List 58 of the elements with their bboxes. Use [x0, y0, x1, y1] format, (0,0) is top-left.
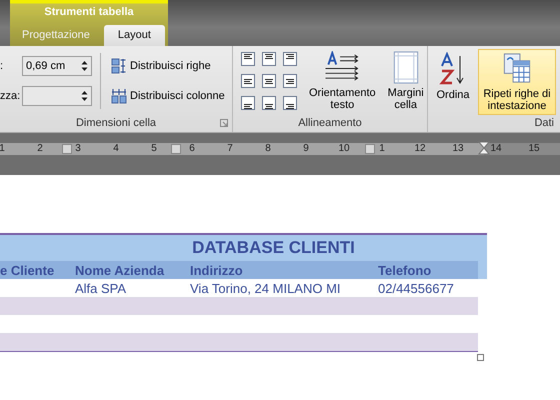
table-cell: Alfa SPA	[75, 280, 126, 296]
align-icon[interactable]	[262, 96, 276, 110]
text-direction-button[interactable]: Orientamento testo	[305, 48, 380, 114]
column-header: Nome Azienda	[75, 262, 164, 278]
ruler-number: 4	[112, 143, 120, 155]
ruler-number: 13	[451, 143, 465, 155]
align-icon[interactable]	[283, 52, 297, 66]
margins-icon	[392, 51, 419, 84]
launcher-icon[interactable]	[220, 119, 228, 127]
ruler-number: 7	[226, 143, 234, 155]
ruler-number: 5	[150, 143, 158, 155]
ruler-number: 10	[337, 143, 351, 155]
spin-icon[interactable]	[81, 60, 88, 72]
cell-margins-button[interactable]: Margini cella	[384, 48, 428, 114]
group-title: Allineamento	[297, 116, 363, 131]
field-label: zza:	[0, 90, 18, 102]
align-icon[interactable]	[241, 52, 255, 66]
repeat-header-button[interactable]: Ripeti righe di intestazione	[478, 49, 556, 115]
ruler-number: 1	[0, 143, 6, 155]
table-title: DATABASE CLIENTI	[191, 238, 356, 258]
column-marker[interactable]	[365, 144, 375, 154]
ruler-number: 9	[302, 143, 310, 155]
columns-icon	[111, 88, 127, 104]
table-cell: Via Torino, 24 MILANO MI	[190, 280, 341, 296]
distribute-button[interactable]: Distribuisci righe	[109, 53, 227, 79]
ruler-number: 3	[74, 143, 82, 155]
rows-icon	[111, 58, 127, 74]
spin-icon[interactable]	[81, 90, 88, 102]
align-icon[interactable]	[241, 74, 255, 88]
align-icon[interactable]	[262, 74, 276, 88]
ruler-number: 15	[527, 143, 541, 155]
ruler-number: 12	[413, 143, 427, 155]
ruler-number: 2	[36, 143, 44, 155]
size-field[interactable]: 0,69 cm	[22, 56, 92, 76]
repeat-header-icon	[502, 52, 532, 85]
ribbon-tab[interactable]: Layout	[104, 25, 165, 46]
sort-button[interactable]: Ordina	[432, 49, 474, 115]
resize-handle[interactable]	[477, 354, 484, 361]
ruler-number: 6	[188, 143, 196, 155]
column-marker[interactable]	[171, 144, 181, 154]
ruler-number: 1	[378, 143, 386, 155]
ruler-number: 8	[264, 143, 272, 155]
column-header: Indirizzo	[190, 262, 243, 278]
distribute-button[interactable]: Distribuisci colonne	[109, 83, 227, 109]
column-header: Telefono	[378, 262, 432, 278]
align-icon[interactable]	[241, 96, 255, 110]
align-icon[interactable]	[262, 52, 276, 66]
column-marker[interactable]	[62, 144, 72, 154]
size-field[interactable]	[22, 86, 92, 106]
align-icon[interactable]	[283, 74, 297, 88]
column-header: e Cliente	[0, 262, 54, 278]
table-cell: 02/44556677	[378, 280, 454, 296]
ruler-number: 14	[489, 143, 503, 155]
group-title: Dati	[533, 116, 555, 131]
field-label: :	[0, 60, 4, 72]
context-tab-label: Strumenti tabella	[43, 5, 135, 18]
group-title: Dimensioni cella	[0, 116, 232, 132]
align-icon[interactable]	[283, 96, 297, 110]
